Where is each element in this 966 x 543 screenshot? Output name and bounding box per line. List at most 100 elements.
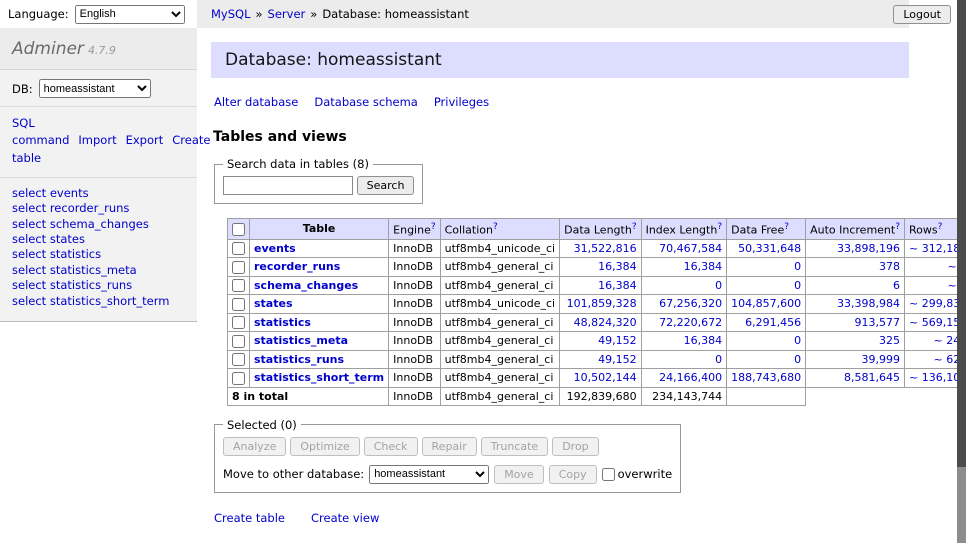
data-length-link[interactable]: 49,152 [598, 334, 637, 347]
language-select[interactable]: English [75, 5, 185, 24]
index-length-help-link[interactable]: ? [717, 222, 722, 232]
data-length-link[interactable]: 48,824,320 [574, 316, 637, 329]
index-length-link[interactable]: 0 [715, 353, 722, 366]
move-db-select[interactable]: homeassistant [369, 465, 489, 484]
auto-increment-link[interactable]: 913,577 [855, 316, 901, 329]
rows-help-link[interactable]: ? [938, 222, 943, 232]
alter-database-link[interactable]: Alter database [214, 95, 298, 109]
auto-increment-link[interactable]: 6 [893, 279, 900, 292]
sidebar-select-recorder-runs[interactable]: select recorder_runs [12, 201, 129, 215]
data-free-link[interactable]: 0 [794, 260, 801, 273]
auto-increment-link[interactable]: 8,581,645 [844, 371, 900, 384]
table-row: statistics_runs InnoDB utf8mb4_general_c… [228, 350, 966, 369]
truncate-button: Truncate [481, 437, 548, 456]
table-name-link[interactable]: recorder_runs [254, 260, 340, 273]
auto-increment-link[interactable]: 378 [879, 260, 900, 273]
sidebar-link-export[interactable]: Export [126, 133, 164, 147]
collation-cell: utf8mb4_general_ci [440, 369, 559, 388]
table-name-link[interactable]: schema_changes [254, 279, 358, 292]
index-length-link[interactable]: 72,220,672 [659, 316, 722, 329]
index-length-link[interactable]: 16,384 [684, 334, 723, 347]
auto-increment-link[interactable]: 33,398,984 [837, 297, 900, 310]
row-checkbox[interactable] [232, 335, 245, 348]
breadcrumb-server-link[interactable]: Server [268, 7, 306, 21]
index-length-link[interactable]: 24,166,400 [659, 371, 722, 384]
row-checkbox[interactable] [232, 279, 245, 292]
sidebar-actions: SQL commandImportExportCreate table [0, 107, 197, 178]
collation-help-link[interactable]: ? [493, 222, 498, 232]
sidebar-select-schema-changes[interactable]: select schema_changes [12, 217, 149, 231]
search-input[interactable] [223, 176, 353, 195]
header-auto-increment-label: Auto Increment [810, 224, 895, 237]
index-length-link[interactable]: 16,384 [684, 260, 723, 273]
row-checkbox[interactable] [232, 242, 245, 255]
data-length-link[interactable]: 10,502,144 [574, 371, 637, 384]
create-table-link[interactable]: Create table [214, 511, 285, 525]
sidebar-select-statistics-meta[interactable]: select statistics_meta [12, 263, 137, 277]
data-free-link[interactable]: 188,743,680 [731, 371, 801, 384]
table-name-link[interactable]: statistics_short_term [254, 371, 384, 384]
index-length-link[interactable]: 0 [715, 279, 722, 292]
table-name-link[interactable]: states [254, 297, 293, 310]
scrollbar-thumb[interactable] [957, 0, 966, 467]
table-name-link[interactable]: statistics_meta [254, 334, 348, 347]
table-name-link[interactable]: events [254, 242, 296, 255]
data-length-link[interactable]: 31,522,816 [574, 242, 637, 255]
collation-cell: utf8mb4_unicode_ci [440, 239, 559, 258]
data-length-help-link[interactable]: ? [632, 222, 637, 232]
data-free-link[interactable]: 0 [794, 334, 801, 347]
engine-help-link[interactable]: ? [431, 222, 436, 232]
data-length-cell: 16,384 [560, 276, 641, 295]
create-view-link[interactable]: Create view [311, 511, 379, 525]
auto-increment-link[interactable]: 325 [879, 334, 900, 347]
data-free-help-link[interactable]: ? [784, 222, 789, 232]
data-free-link[interactable]: 104,857,600 [731, 297, 801, 310]
data-free-link[interactable]: 0 [794, 279, 801, 292]
data-free-link[interactable]: 0 [794, 353, 801, 366]
create-links: Create table Create view [214, 511, 909, 525]
auto-increment-link[interactable]: 39,999 [862, 353, 901, 366]
table-name-link[interactable]: statistics_runs [254, 353, 344, 366]
index-length-link[interactable]: 67,256,320 [659, 297, 722, 310]
sidebar-select-events[interactable]: select events [12, 186, 89, 200]
row-checkbox[interactable] [232, 261, 245, 274]
data-length-link[interactable]: 16,384 [598, 279, 637, 292]
db-select[interactable]: homeassistant [39, 79, 151, 98]
header-collation: Collation? [440, 219, 559, 240]
data-free-link[interactable]: 6,291,456 [745, 316, 801, 329]
logout-button[interactable]: Logout [893, 5, 951, 24]
sidebar-select-statistics[interactable]: select statistics [12, 247, 101, 261]
row-select-cell [228, 239, 250, 258]
search-button[interactable]: Search [357, 176, 415, 195]
data-free-link[interactable]: 50,331,648 [738, 242, 801, 255]
row-checkbox[interactable] [232, 353, 245, 366]
database-schema-link[interactable]: Database schema [314, 95, 417, 109]
index-length-link[interactable]: 70,467,584 [659, 242, 722, 255]
auto-increment-help-link[interactable]: ? [895, 222, 900, 232]
row-checkbox[interactable] [232, 372, 245, 385]
sidebar-select-statistics-runs[interactable]: select statistics_runs [12, 278, 132, 292]
data-length-link[interactable]: 16,384 [598, 260, 637, 273]
row-checkbox[interactable] [232, 298, 245, 311]
data-length-link[interactable]: 101,859,328 [567, 297, 637, 310]
data-length-link[interactable]: 49,152 [598, 353, 637, 366]
sidebar-link-import[interactable]: Import [78, 133, 116, 147]
table-name-cell: states [250, 295, 389, 314]
privileges-link[interactable]: Privileges [434, 95, 489, 109]
breadcrumb-mysql-link[interactable]: MySQL [211, 7, 251, 21]
select-all-checkbox[interactable] [232, 223, 245, 236]
row-select-cell [228, 258, 250, 277]
overwrite-checkbox[interactable] [602, 468, 615, 481]
table-row: statistics_short_term InnoDB utf8mb4_gen… [228, 369, 966, 388]
row-checkbox[interactable] [232, 316, 245, 329]
language-bar: Language: English [0, 0, 197, 28]
table-name-link[interactable]: statistics [254, 316, 311, 329]
sidebar-select-states[interactable]: select states [12, 232, 85, 246]
table-row: events InnoDB utf8mb4_unicode_ci 31,522,… [228, 239, 966, 258]
sidebar-select-statistics-short-term[interactable]: select statistics_short_term [12, 294, 169, 308]
sidebar: Language: English Adminer4.7.9 DB: homea… [0, 0, 197, 322]
collation-cell: utf8mb4_general_ci [440, 332, 559, 351]
auto-increment-link[interactable]: 33,898,196 [837, 242, 900, 255]
data-free-cell: 0 [727, 332, 806, 351]
sidebar-link-sql-command[interactable]: SQL command [12, 116, 69, 147]
